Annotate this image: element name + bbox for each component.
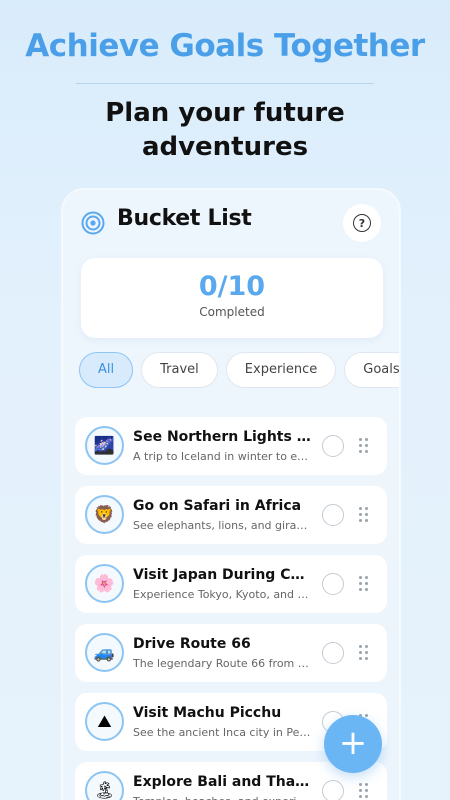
- item-title: Visit Machu Picchu: [133, 705, 282, 721]
- promo-subhead-line1: Plan your future: [105, 98, 345, 128]
- item-title: Drive Route 66: [133, 636, 251, 652]
- item-title: Explore Bali and Thailand: [133, 774, 311, 790]
- item-description: Experience Tokyo, Kyoto, and the blossom…: [133, 588, 311, 601]
- drag-handle-icon[interactable]: [359, 576, 369, 592]
- promo-headline: Achieve Goals Together: [25, 28, 425, 64]
- item-description: Temples, beaches, and experiences: [133, 795, 311, 800]
- lion-icon: 🦁: [85, 495, 124, 534]
- northern-lights-icon: 🌌: [85, 426, 124, 465]
- promo-subhead: Plan your future adventures: [0, 96, 450, 164]
- item-description: See the ancient Inca city in Peru.: [133, 726, 311, 739]
- list-item[interactable]: 🦁 Go on Safari in Africa See elephants, li…: [75, 486, 387, 544]
- island-icon: 🏝: [85, 771, 124, 800]
- filter-chip-all[interactable]: All: [79, 352, 134, 388]
- app-title: Bucket List: [117, 206, 252, 231]
- item-description: The legendary Route 66 from Chicago to L…: [133, 657, 311, 670]
- complete-checkbox[interactable]: [322, 504, 344, 526]
- filter-chips: All Travel Experience Goals: [79, 352, 399, 390]
- promo-divider: [76, 83, 374, 84]
- filter-chip-goals[interactable]: Goals: [344, 352, 399, 388]
- drag-handle-icon[interactable]: [359, 645, 369, 661]
- drag-handle-icon[interactable]: [359, 783, 369, 799]
- complete-checkbox[interactable]: [322, 573, 344, 595]
- item-description: A trip to Iceland in winter to experienc…: [133, 450, 311, 463]
- item-description: See elephants, lions, and giraffes in th…: [133, 519, 311, 532]
- plus-icon: +: [338, 722, 368, 763]
- car-icon: 🚙: [85, 633, 124, 672]
- filter-chip-experience[interactable]: Experience: [225, 352, 337, 388]
- list-item[interactable]: 🚙 Drive Route 66 The legendary Route 66 fr…: [75, 624, 387, 682]
- drag-handle-icon[interactable]: [359, 507, 369, 523]
- complete-checkbox[interactable]: [322, 435, 344, 457]
- item-title: Go on Safari in Africa: [133, 498, 302, 514]
- help-button[interactable]: ?: [343, 204, 381, 242]
- progress-card: 0/10 Completed: [81, 258, 383, 338]
- list-item[interactable]: 🌌 See Northern Lights in Iceland A trip to…: [75, 417, 387, 475]
- list-item[interactable]: 🌸 Visit Japan During Cherry Blossom Experi…: [75, 555, 387, 613]
- app-screen: Bucket List ? 0/10 Completed All Travel Ex…: [62, 189, 400, 800]
- target-icon: [81, 211, 105, 235]
- question-circle-icon: ?: [353, 214, 371, 232]
- add-item-button[interactable]: +: [324, 715, 382, 773]
- progress-value: 0/10: [198, 271, 266, 302]
- complete-checkbox[interactable]: [322, 780, 344, 800]
- item-title: See Northern Lights in Iceland: [133, 429, 311, 445]
- promo-subhead-line2: adventures: [141, 132, 309, 162]
- mountain-icon: ⛰: [85, 702, 124, 741]
- complete-checkbox[interactable]: [322, 642, 344, 664]
- item-title: Visit Japan During Cherry Blossom: [133, 567, 311, 583]
- filter-chip-travel[interactable]: Travel: [141, 352, 218, 388]
- drag-handle-icon[interactable]: [359, 438, 369, 454]
- cherry-blossom-icon: 🌸: [85, 564, 124, 603]
- progress-label: Completed: [199, 305, 265, 319]
- app-header: Bucket List ?: [63, 190, 399, 256]
